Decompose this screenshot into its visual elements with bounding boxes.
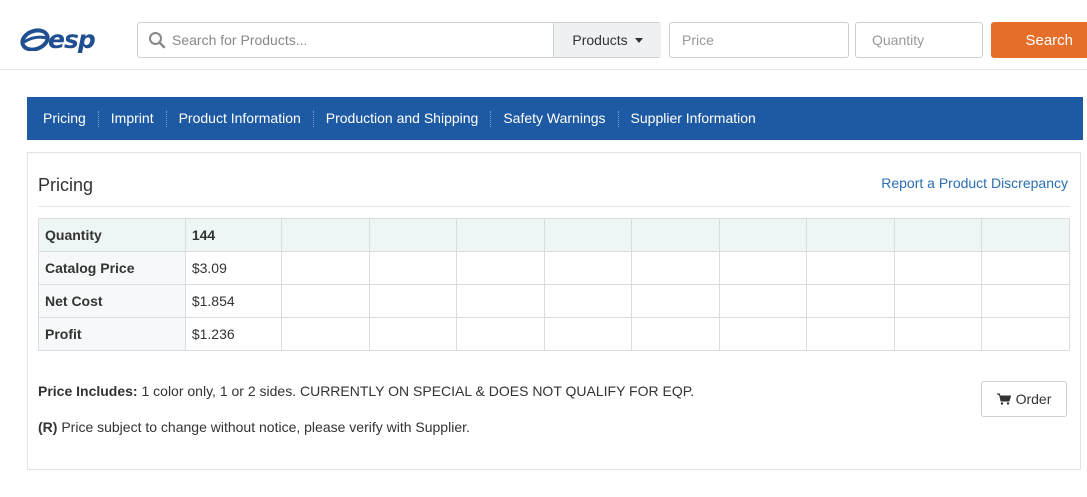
table-row: Quantity 144 <box>38 218 1070 252</box>
tab-product-information[interactable]: Product Information <box>167 97 313 140</box>
notice-code: (R) <box>38 419 58 435</box>
notice-text: Price subject to change without notice, … <box>57 419 470 435</box>
pricing-table: Quantity 144 Catalog Price $3.09 Net Cos… <box>38 218 1070 351</box>
tab-supplier-information[interactable]: Supplier Information <box>619 97 768 140</box>
empty-cell <box>981 251 1070 285</box>
empty-cell <box>543 218 633 252</box>
empty-cell <box>806 284 895 318</box>
price-includes-note: Price Includes: 1 color only, 1 or 2 sid… <box>38 383 694 399</box>
row-label: Net Cost <box>38 284 186 318</box>
empty-cell <box>631 218 720 252</box>
pricing-title: Pricing <box>38 175 94 195</box>
empty-cell <box>893 284 983 318</box>
empty-cell <box>806 251 895 285</box>
empty-cell <box>281 251 370 285</box>
empty-cell <box>718 284 808 318</box>
empty-cell <box>281 317 370 351</box>
table-row: Catalog Price $3.09 <box>38 251 1070 285</box>
empty-cell <box>893 218 983 252</box>
empty-cell <box>718 218 808 252</box>
search-input[interactable] <box>172 23 552 57</box>
empty-cell <box>456 218 545 252</box>
row-label: Profit <box>38 317 186 351</box>
row-label: Quantity <box>38 218 186 252</box>
pricing-panel: Pricing Report a Product Discrepancy Qua… <box>27 152 1081 470</box>
search-scope-dropdown[interactable]: Products <box>553 23 661 57</box>
empty-cell <box>893 251 983 285</box>
search-scope-label: Products <box>572 32 628 48</box>
price-includes-text: 1 color only, 1 or 2 sides. CURRENTLY ON… <box>137 383 695 399</box>
search-icon <box>149 32 166 49</box>
table-row: Profit $1.236 <box>38 317 1070 351</box>
table-row: Net Cost $1.854 <box>38 284 1070 318</box>
empty-cell <box>543 284 633 318</box>
product-search-box: Products <box>137 22 661 58</box>
empty-cell <box>368 317 458 351</box>
tab-imprint[interactable]: Imprint <box>99 97 166 140</box>
cart-icon <box>996 393 1011 405</box>
order-label: Order <box>1015 391 1052 407</box>
price-field[interactable] <box>669 22 849 58</box>
catalog-price-value: $3.09 <box>184 251 283 285</box>
empty-cell <box>981 218 1070 252</box>
empty-cell <box>368 218 458 252</box>
empty-cell <box>368 284 458 318</box>
esp-logo-swoosh-icon <box>20 28 50 51</box>
panel-divider <box>38 206 1070 207</box>
row-label: Catalog Price <box>38 251 186 285</box>
empty-cell <box>281 218 370 252</box>
quantity-field[interactable] <box>855 22 983 58</box>
caret-down-icon <box>634 37 643 43</box>
empty-cell <box>456 251 545 285</box>
empty-cell <box>543 251 633 285</box>
empty-cell <box>718 317 808 351</box>
tab-pricing[interactable]: Pricing <box>31 97 98 140</box>
esp-logo[interactable]: esp <box>20 24 96 54</box>
search-button[interactable]: Search <box>991 22 1087 58</box>
order-button[interactable]: Order <box>981 381 1067 417</box>
product-section-nav: Pricing Imprint Product Information Prod… <box>27 97 1083 140</box>
empty-cell <box>368 251 458 285</box>
report-discrepancy-link[interactable]: Report a Product Discrepancy <box>881 175 1068 191</box>
empty-cell <box>456 284 545 318</box>
empty-cell <box>981 317 1070 351</box>
logo-text: esp <box>48 24 96 54</box>
search-header: esp Products Search <box>0 13 1087 70</box>
tab-production-and-shipping[interactable]: Production and Shipping <box>314 97 491 140</box>
tab-safety-warnings[interactable]: Safety Warnings <box>491 97 617 140</box>
empty-cell <box>543 317 633 351</box>
price-change-notice: (R) Price subject to change without noti… <box>38 419 470 435</box>
empty-cell <box>631 317 720 351</box>
profit-value: $1.236 <box>184 317 283 351</box>
empty-cell <box>631 251 720 285</box>
empty-cell <box>806 218 895 252</box>
empty-cell <box>281 284 370 318</box>
empty-cell <box>631 284 720 318</box>
quantity-value: 144 <box>184 218 283 252</box>
price-includes-label: Price Includes: <box>38 383 138 399</box>
empty-cell <box>718 251 808 285</box>
empty-cell <box>806 317 895 351</box>
net-cost-value: $1.854 <box>184 284 283 318</box>
empty-cell <box>981 284 1070 318</box>
empty-cell <box>456 317 545 351</box>
empty-cell <box>893 317 983 351</box>
